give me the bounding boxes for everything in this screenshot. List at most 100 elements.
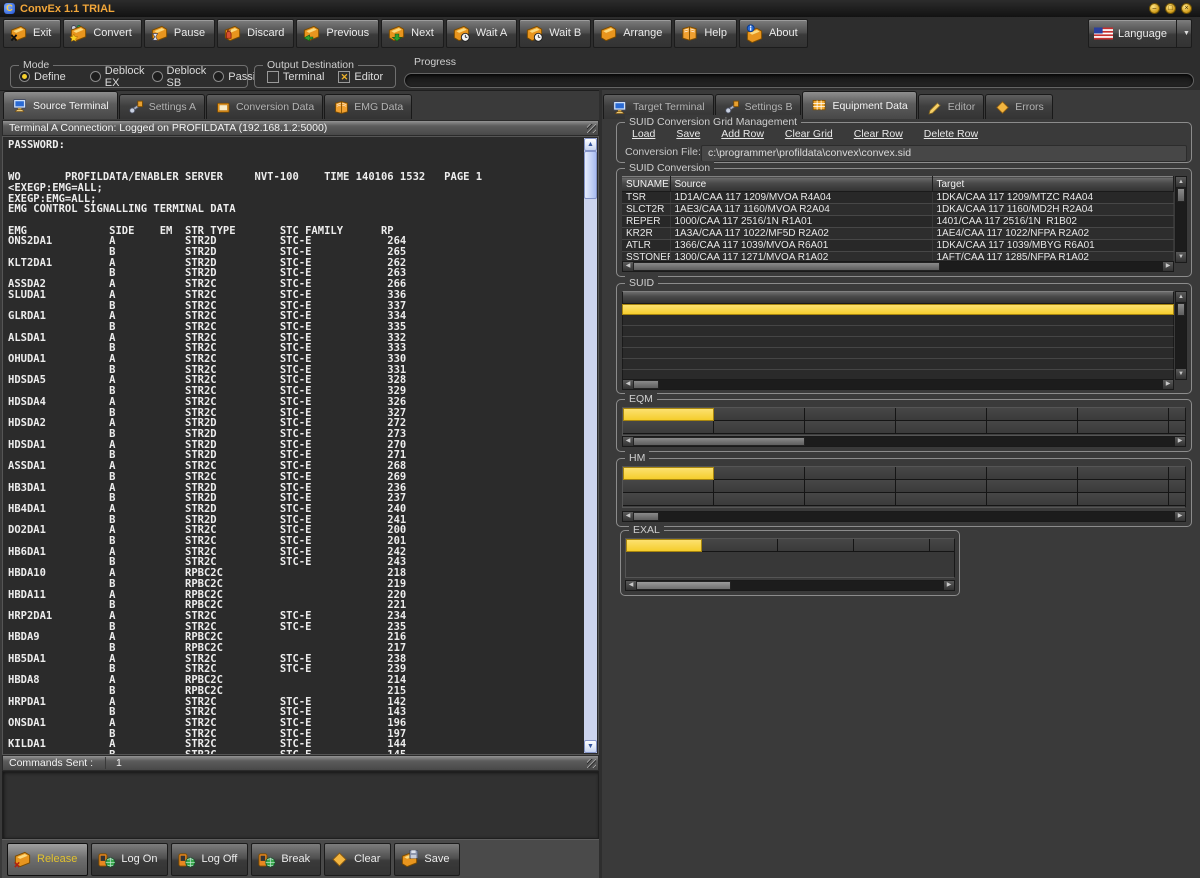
scrollbar-thumb[interactable]: [1177, 303, 1185, 316]
checkbox-editor-box[interactable]: ✕: [338, 71, 350, 83]
eqm-cell[interactable]: [987, 421, 1078, 434]
status-bar-resize-grip[interactable]: [587, 124, 596, 133]
hm-cell[interactable]: [1169, 467, 1186, 480]
scrollbar-thumb[interactable]: [1177, 188, 1185, 202]
hm-cell[interactable]: [987, 493, 1078, 506]
scroll-right-arrow[interactable]: ▶: [1175, 512, 1185, 521]
hm-cell[interactable]: [1078, 493, 1169, 506]
tab-equipment-data[interactable]: Equipment Data: [802, 91, 916, 119]
scroll-right-arrow[interactable]: ▶: [1163, 262, 1173, 271]
checkbox-terminal[interactable]: Terminal: [267, 71, 325, 83]
commands-bar-resize-grip[interactable]: [587, 759, 596, 768]
tab-settings-a[interactable]: Settings A: [119, 94, 205, 119]
suid-row[interactable]: [622, 326, 1174, 337]
hm-cell[interactable]: [1169, 493, 1186, 506]
tab-errors[interactable]: Errors: [985, 94, 1053, 119]
wait-b-button[interactable]: Wait B: [519, 19, 591, 48]
hm-cell[interactable]: [714, 480, 805, 493]
checkbox-terminal-box[interactable]: [267, 71, 279, 83]
suid-row[interactable]: [622, 348, 1174, 359]
scroll-right-arrow[interactable]: ▶: [944, 581, 954, 590]
checkbox-editor[interactable]: ✕ Editor: [338, 71, 383, 83]
eqm-cell[interactable]: [805, 408, 896, 421]
scroll-left-arrow[interactable]: ◀: [623, 380, 633, 389]
hm-cell[interactable]: [896, 493, 987, 506]
scroll-right-arrow[interactable]: ▶: [1175, 437, 1185, 446]
language-dropdown-arrow[interactable]: ▼: [1177, 19, 1192, 48]
exal-cell[interactable]: [702, 539, 778, 552]
tab-emg-data[interactable]: EMG Data: [324, 94, 412, 119]
hm-cell[interactable]: [987, 467, 1078, 480]
eqm-cell[interactable]: [1169, 408, 1186, 421]
scroll-left-arrow[interactable]: ◀: [623, 262, 633, 271]
release-button[interactable]: Release: [7, 843, 88, 876]
radio-define[interactable]: Define: [19, 71, 66, 83]
table-row[interactable]: ATLR1366/CAA 117 1039/MVOA R6A011DKA/CAA…: [622, 240, 1174, 252]
hm-cell[interactable]: [805, 480, 896, 493]
load-link[interactable]: Load: [632, 128, 655, 140]
exal-cell[interactable]: [930, 539, 955, 552]
language-button[interactable]: Language: [1088, 19, 1177, 48]
save-terminal-button[interactable]: Save: [394, 843, 460, 876]
help-button[interactable]: Help: [674, 19, 737, 48]
col-suname[interactable]: SUNAME: [622, 177, 670, 192]
scrollbar-thumb[interactable]: [633, 262, 940, 271]
wait-a-button[interactable]: Wait A: [446, 19, 517, 48]
hm-cell[interactable]: [987, 480, 1078, 493]
suid-selected-row[interactable]: [622, 304, 1174, 315]
hm-cell[interactable]: [714, 467, 805, 480]
exit-button[interactable]: Exit: [3, 19, 61, 48]
exal-cell[interactable]: [778, 539, 854, 552]
col-target[interactable]: Target: [932, 177, 1174, 192]
log-on-button[interactable]: Log On: [91, 843, 168, 876]
eqm-horizontal-scrollbar[interactable]: ◀ ▶: [622, 436, 1186, 447]
close-button[interactable]: ×: [1181, 3, 1192, 14]
eqm-cell[interactable]: [623, 421, 714, 434]
clear-row-link[interactable]: Clear Row: [854, 128, 903, 140]
table-row[interactable]: REPER1000/CAA 117 2516/1N R1A011401/CAA …: [622, 216, 1174, 228]
scroll-up-arrow[interactable]: ▲: [1176, 292, 1186, 302]
previous-button[interactable]: Previous: [296, 19, 379, 48]
suid-row[interactable]: [622, 359, 1174, 370]
tab-source-terminal[interactable]: Source Terminal: [3, 91, 118, 119]
hm-cell[interactable]: [623, 480, 714, 493]
eqm-cell[interactable]: [896, 421, 987, 434]
eqm-cell[interactable]: [896, 408, 987, 421]
pause-button[interactable]: Pause: [144, 19, 215, 48]
table-row[interactable]: SLCT2R1AE3/CAA 117 1160/MVOA R2A041DKA/C…: [622, 204, 1174, 216]
scroll-left-arrow[interactable]: ◀: [623, 437, 633, 446]
clear-grid-link[interactable]: Clear Grid: [785, 128, 833, 140]
suid-row[interactable]: [622, 337, 1174, 348]
scrollbar-thumb[interactable]: [633, 380, 659, 389]
hm-horizontal-scrollbar[interactable]: ◀ ▶: [622, 511, 1186, 522]
tab-editor[interactable]: Editor: [918, 94, 984, 119]
break-button[interactable]: Break: [251, 843, 321, 876]
about-button[interactable]: About: [739, 19, 808, 48]
log-off-button[interactable]: Log Off: [171, 843, 248, 876]
eqm-cell[interactable]: [1078, 421, 1169, 434]
eqm-cell[interactable]: [987, 408, 1078, 421]
add-row-link[interactable]: Add Row: [721, 128, 764, 140]
scrollbar-thumb[interactable]: [636, 581, 731, 590]
scrollbar-thumb[interactable]: [633, 437, 805, 446]
eqm-cell[interactable]: [805, 421, 896, 434]
next-button[interactable]: Next: [381, 19, 444, 48]
terminal-vertical-scrollbar[interactable]: ▲ ▼: [584, 138, 597, 753]
tab-conversion-data[interactable]: Conversion Data: [206, 94, 323, 119]
scrollbar-thumb[interactable]: [584, 151, 597, 199]
scroll-left-arrow[interactable]: ◀: [626, 581, 636, 590]
clear-button[interactable]: Clear: [324, 843, 391, 876]
suid-row[interactable]: [622, 315, 1174, 326]
radio-deblock-ex-dot[interactable]: [90, 71, 101, 82]
eqm-selected-cell[interactable]: [623, 408, 714, 421]
hm-cell[interactable]: [1169, 480, 1186, 493]
hm-cell[interactable]: [805, 493, 896, 506]
minimize-button[interactable]: –: [1149, 3, 1160, 14]
exal-horizontal-scrollbar[interactable]: ◀ ▶: [625, 580, 955, 591]
arrange-button[interactable]: Arrange: [593, 19, 672, 48]
scroll-down-arrow[interactable]: ▼: [1176, 252, 1186, 262]
radio-deblock-ex[interactable]: Deblock EX: [90, 65, 145, 89]
conversion-file-path-field[interactable]: c:\programmer\profildata\convex\convex.s…: [701, 145, 1187, 162]
scroll-right-arrow[interactable]: ▶: [1163, 380, 1173, 389]
exal-cell[interactable]: [854, 539, 930, 552]
